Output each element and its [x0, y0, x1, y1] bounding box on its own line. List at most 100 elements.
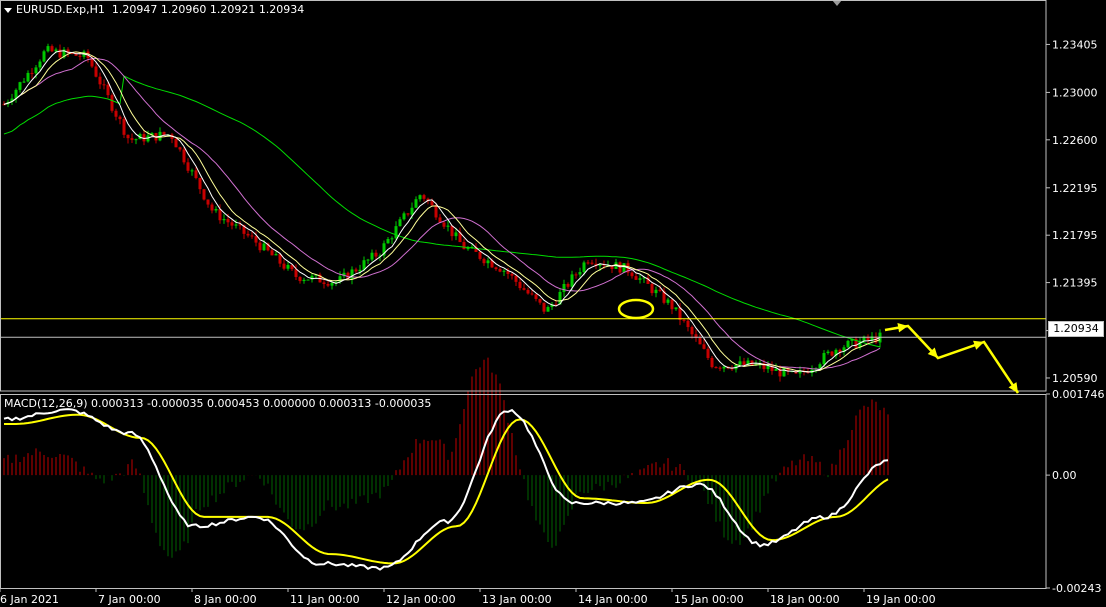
candle-body [78, 55, 82, 57]
candle-body [370, 252, 374, 260]
candle-body [538, 298, 542, 303]
ma-fast-line [3, 50, 881, 373]
candle-body [846, 340, 850, 348]
candle-body [702, 344, 706, 349]
candle-body [638, 278, 642, 280]
candle-body [34, 67, 38, 74]
candle-body [106, 84, 110, 96]
time-tick-label: 7 Jan 00:00 [98, 593, 161, 606]
candle-body [182, 149, 186, 163]
arrow-head-icon [973, 340, 984, 350]
candle-body [270, 250, 274, 256]
candle-body [442, 222, 446, 227]
candle-body [738, 361, 742, 365]
candle-body [302, 279, 306, 282]
candle-body [590, 262, 594, 264]
candle-body [274, 254, 278, 256]
candle-body [134, 139, 138, 141]
time-tick-label: 12 Jan 00:00 [386, 593, 456, 606]
candle-body [526, 289, 530, 294]
candle-body [298, 276, 302, 282]
candle-body [714, 367, 718, 369]
candle-body [670, 299, 674, 310]
candle-body [194, 170, 198, 178]
candle-body [418, 195, 422, 200]
price-tick-label: 1.21795 [1052, 229, 1098, 242]
candle-body [126, 134, 130, 139]
candle-body [262, 243, 266, 251]
candle-body [214, 209, 218, 211]
candle-body [446, 225, 450, 227]
candle-body [330, 282, 334, 286]
candle-body [618, 262, 622, 273]
candle-body [354, 269, 358, 272]
candle-body [38, 61, 42, 68]
candle-body [634, 276, 638, 280]
candle-body [374, 252, 378, 257]
chart-canvas[interactable]: 1.23405 1.23000 1.22600 1.22195 1.21795 1.213… [0, 0, 1106, 607]
candle-body [110, 95, 114, 111]
time-tick-label: 13 Jan 00:00 [482, 593, 552, 606]
price-tick-label: 1.22600 [1052, 134, 1098, 147]
candle-body [826, 351, 830, 354]
highlight-ellipse [617, 298, 655, 320]
candle-body [50, 46, 54, 52]
time-tick-label: 19 Jan 00:00 [866, 593, 936, 606]
candle-body [542, 302, 546, 312]
candle-body [278, 254, 282, 264]
candle-body [622, 263, 626, 273]
candle-body [586, 262, 590, 264]
candle-body [198, 177, 202, 190]
candle-body [258, 242, 262, 251]
candle-body [482, 258, 486, 264]
candle-body [18, 82, 22, 90]
candle-body [114, 110, 118, 117]
candle-body [478, 251, 482, 259]
candle-body [162, 131, 166, 135]
candle-body [454, 232, 458, 237]
price-tick-label: 1.21395 [1052, 277, 1098, 290]
candle-body [502, 270, 506, 272]
candle-body [130, 138, 134, 140]
candle-body [174, 138, 178, 148]
candle-body [494, 267, 498, 270]
candle-body [118, 116, 122, 120]
candle-body [674, 307, 678, 310]
candle-body [122, 119, 126, 135]
candle-body [94, 66, 98, 77]
price-tick-label: 1.23000 [1052, 86, 1098, 99]
candle-body [422, 195, 426, 199]
candle-body [466, 247, 470, 250]
candle-body [230, 222, 234, 226]
candle-body [186, 162, 190, 171]
ma-slow-line [3, 57, 881, 370]
forecast-arrow-path [884, 324, 1020, 394]
candle-body [830, 351, 834, 356]
candle-body [706, 348, 710, 358]
candle-body [718, 367, 722, 369]
candle-body [102, 84, 106, 86]
candle-body [410, 207, 414, 215]
macd-tick-label: 0.001746 [1052, 388, 1105, 401]
candle-body [818, 364, 822, 369]
candle-body [30, 72, 34, 74]
candle-body [246, 233, 250, 236]
candle-body [250, 235, 254, 237]
macd-panel-frame [0, 394, 1047, 589]
candle-body [650, 283, 654, 294]
candle-body [286, 264, 290, 269]
candle-body [530, 293, 534, 295]
candle-body [414, 199, 418, 208]
candle-body [518, 281, 522, 289]
candle-body [326, 284, 330, 286]
candle-body [534, 294, 538, 299]
candle-body [254, 236, 258, 243]
macd-signal-line [4, 413, 889, 565]
candle-body [710, 357, 714, 368]
candle-body [742, 361, 746, 365]
main-panel-frame [0, 0, 1047, 392]
candle-body [98, 76, 102, 85]
candle-body [450, 225, 454, 237]
candle-body [690, 327, 694, 335]
candle-body [358, 269, 362, 272]
